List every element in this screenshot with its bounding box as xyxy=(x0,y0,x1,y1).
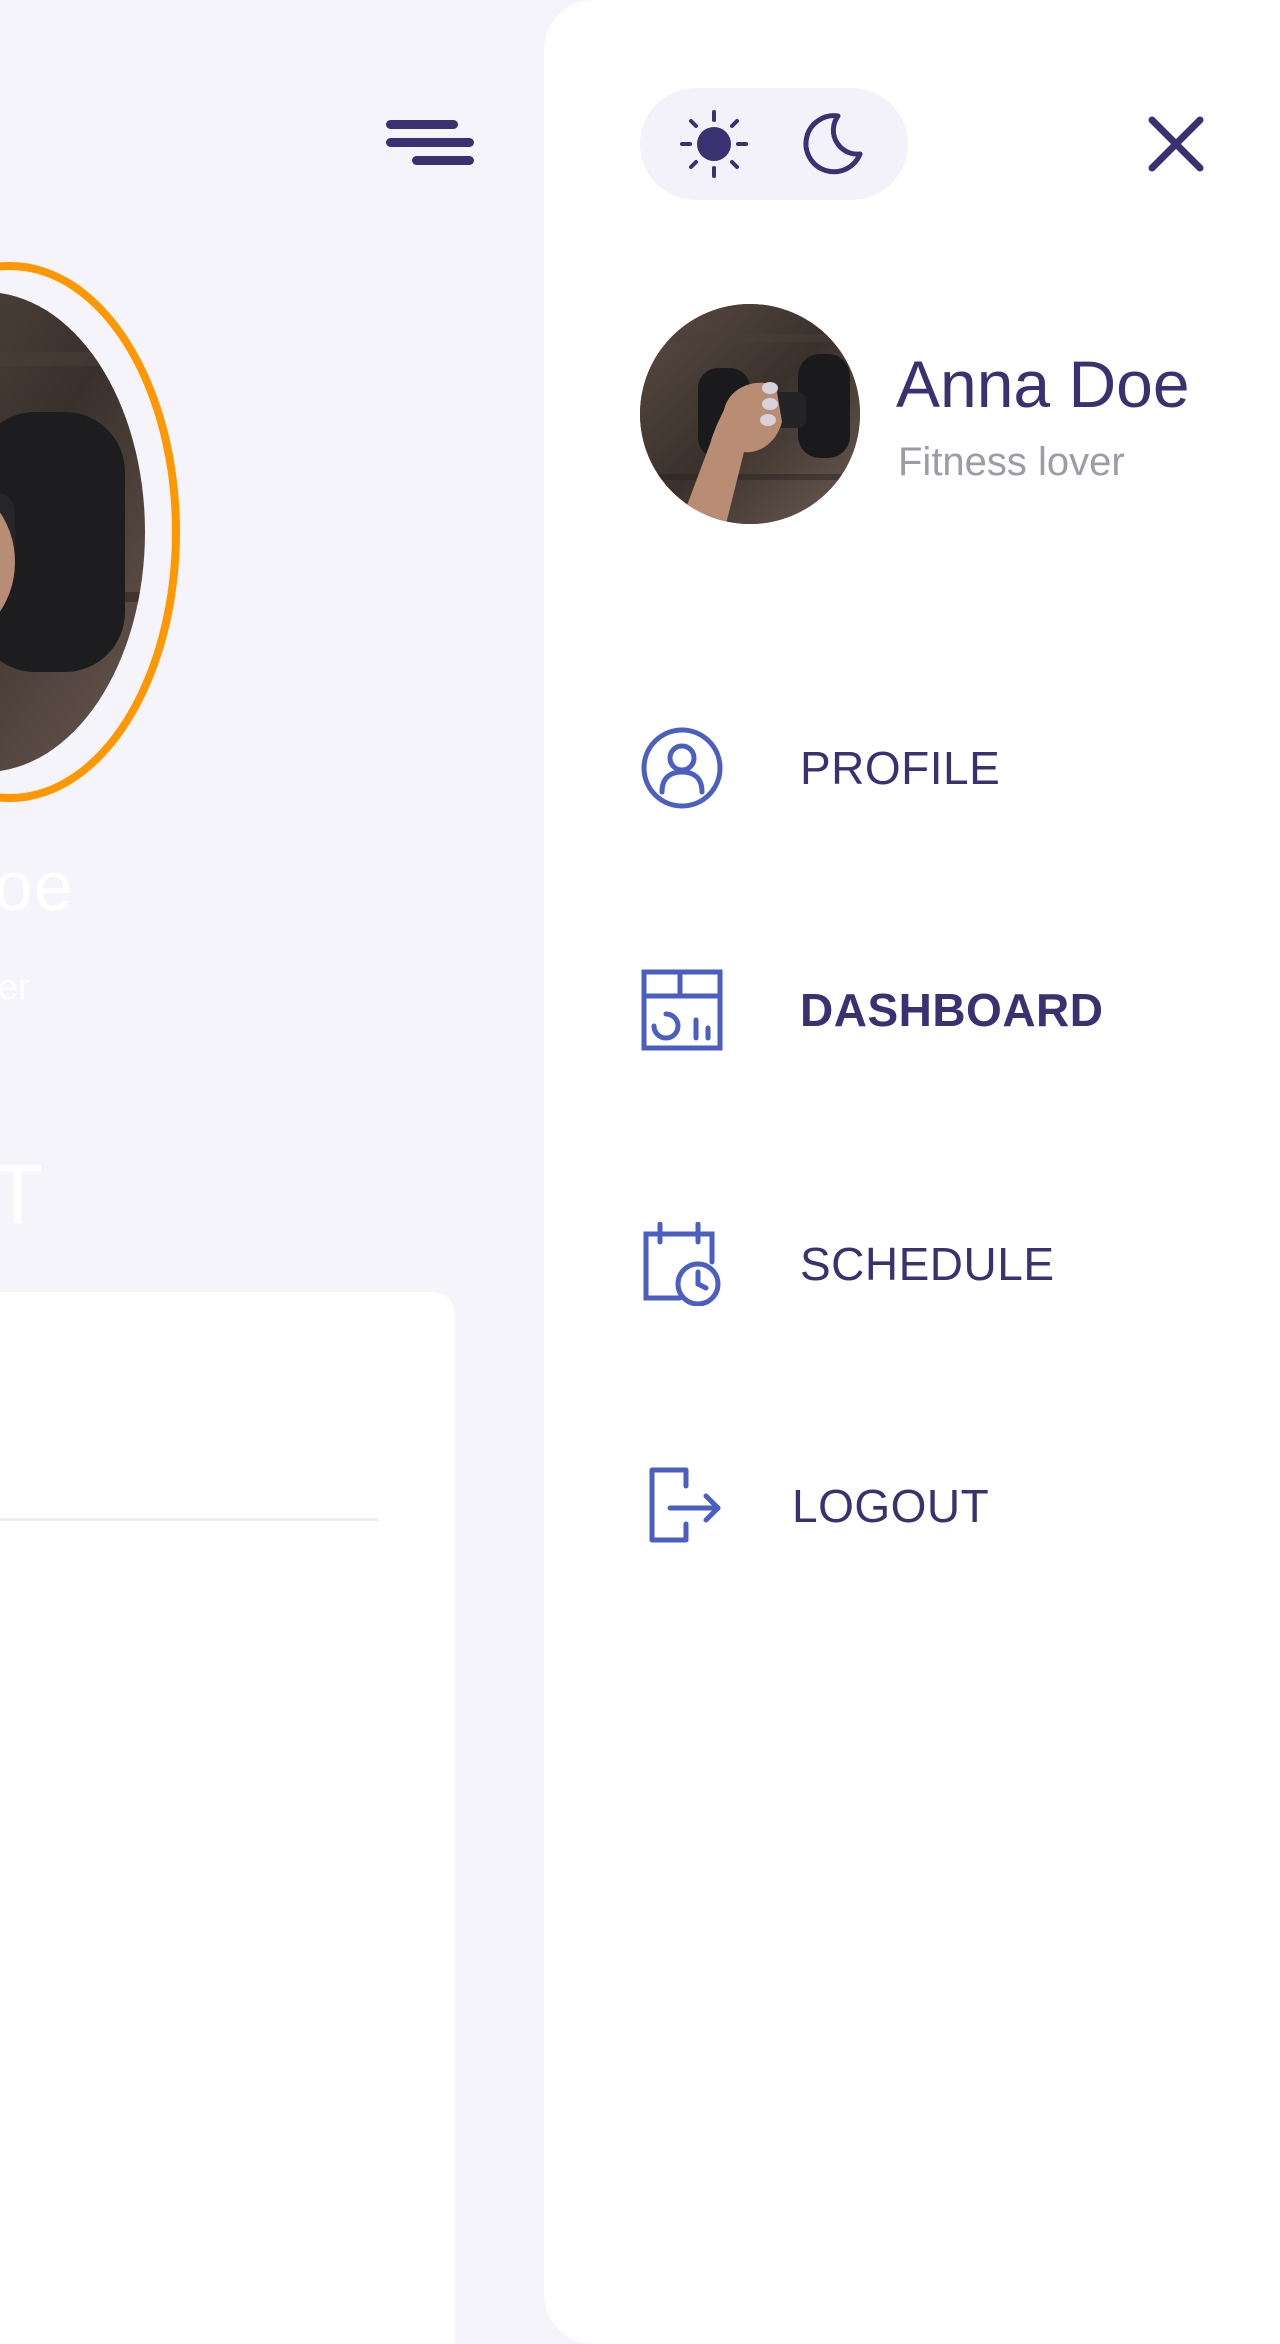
nav-item-profile[interactable]: PROFILE xyxy=(640,708,1200,828)
nav-label-schedule: SCHEDULE xyxy=(800,1238,1055,1290)
close-icon[interactable] xyxy=(1136,104,1216,184)
sun-icon[interactable] xyxy=(678,108,750,180)
nav-item-schedule[interactable]: SCHEDULE xyxy=(640,1204,1200,1324)
navigation-drawer: Anna Doe Fitness lover PROFILE DASHBOARD… xyxy=(544,0,1280,2344)
background-name-text: oe xyxy=(0,847,74,925)
nav-item-dashboard[interactable]: DASHBOARD xyxy=(640,950,1200,1070)
moon-icon[interactable] xyxy=(796,108,868,180)
card-divider xyxy=(0,1518,378,1521)
nav-label-logout: LOGOUT xyxy=(792,1480,990,1532)
nav-item-logout[interactable]: LOGOUT xyxy=(640,1446,1200,1566)
logout-icon xyxy=(640,1461,730,1551)
calendar-clock-icon xyxy=(640,1219,730,1309)
background-section-title: T xyxy=(0,1147,44,1241)
background-card xyxy=(0,1292,455,2344)
user-circle-icon xyxy=(640,723,730,813)
background-subtitle-text: er xyxy=(0,966,31,1007)
theme-toggle[interactable] xyxy=(640,88,908,200)
user-name: Anna Doe xyxy=(896,347,1190,421)
menu-toggle-icon[interactable] xyxy=(382,112,474,178)
background-profile-page: oe er T xyxy=(0,0,560,2344)
user-avatar xyxy=(640,304,860,524)
user-role: Fitness lover xyxy=(898,440,1125,484)
app-screen: oe er T Anna Doe Fitness lover PROFILE D… xyxy=(0,0,1280,2344)
nav-label-profile: PROFILE xyxy=(800,742,1001,794)
dashboard-icon xyxy=(640,965,730,1055)
nav-label-dashboard: DASHBOARD xyxy=(800,984,1104,1036)
